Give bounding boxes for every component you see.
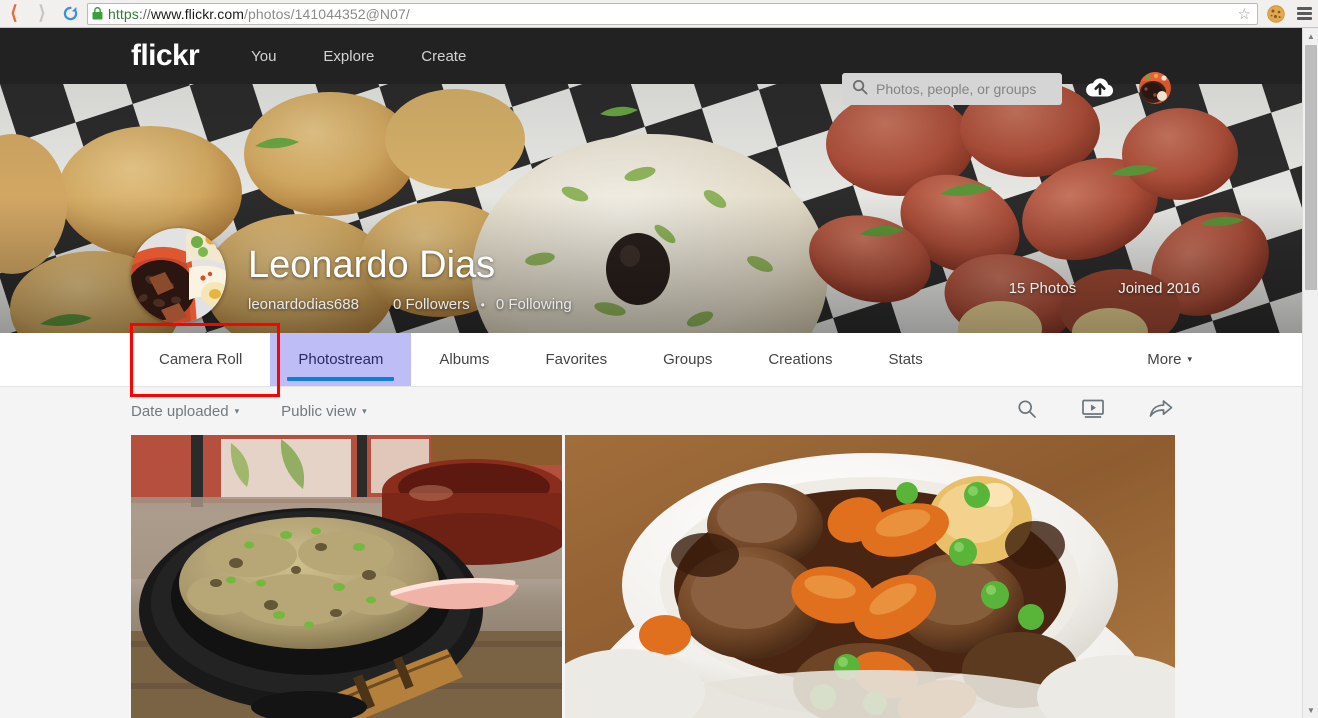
- profile-avatar-icon: [131, 228, 226, 323]
- filter-actions: [972, 399, 1173, 424]
- followers-count[interactable]: 0 Followers: [393, 296, 470, 313]
- search-icon: [852, 79, 868, 100]
- star-icon[interactable]: ☆: [1238, 5, 1253, 23]
- chevron-left-icon: ⟨: [10, 3, 18, 24]
- search-input[interactable]: [876, 81, 1052, 97]
- chevron-down-icon: ▾: [1187, 354, 1192, 364]
- hamburger-menu-icon: [1296, 7, 1312, 20]
- user-avatar-icon: [1139, 72, 1171, 104]
- flickr-header: flickr You Explore Create: [0, 28, 1302, 105]
- flickr-logo[interactable]: flickr: [131, 39, 200, 73]
- view-dropdown[interactable]: Public view ▾: [281, 403, 367, 420]
- url-separator: ://: [138, 5, 151, 22]
- chevron-right-icon: ⟩: [38, 3, 46, 24]
- search-icon: [1018, 399, 1036, 418]
- profile-avatar[interactable]: [131, 228, 226, 323]
- tab-list: Camera Roll Photostream Albums Favorites…: [131, 333, 951, 386]
- share-icon: [1149, 399, 1173, 417]
- nav-item-explore[interactable]: Explore: [323, 48, 374, 65]
- photo-tile[interactable]: [565, 435, 1175, 718]
- sort-dropdown-label: Date uploaded: [131, 402, 229, 420]
- search-box[interactable]: [842, 73, 1062, 105]
- meta-separator: •: [480, 297, 485, 312]
- tab-more-menu[interactable]: More ▾: [1147, 333, 1192, 386]
- sort-dropdown[interactable]: Date uploaded ▾: [131, 403, 239, 420]
- chevron-down-icon: ▾: [362, 405, 367, 416]
- tab-favorites[interactable]: Favorites: [517, 333, 635, 386]
- tab-albums[interactable]: Albums: [411, 333, 517, 386]
- url-host: www.flickr.com: [150, 5, 245, 22]
- cookie-icon: [1267, 4, 1285, 23]
- view-dropdown-label: Public view: [281, 402, 357, 420]
- forward-button[interactable]: ⟩: [28, 0, 56, 28]
- browser-toolbar: ⟨ ⟩ https://www.flickr.com/photos/141044…: [0, 0, 1318, 28]
- nav-item-you[interactable]: You: [251, 48, 276, 65]
- extension-button[interactable]: [1262, 0, 1290, 28]
- upload-button[interactable]: [1084, 76, 1116, 105]
- browser-menu-button[interactable]: [1290, 0, 1318, 28]
- tab-more-label: More: [1147, 351, 1182, 368]
- tab-groups[interactable]: Groups: [635, 333, 740, 386]
- scrollbar-thumb[interactable]: [1305, 45, 1317, 290]
- slideshow-button[interactable]: [1082, 399, 1104, 424]
- reload-button[interactable]: [56, 0, 84, 28]
- header-nav: You Explore Create: [251, 48, 513, 65]
- photostream-search-button[interactable]: [1017, 399, 1037, 424]
- upload-cloud-icon: [1086, 78, 1114, 97]
- tab-photostream[interactable]: Photostream: [270, 333, 412, 386]
- profile-block: Leonardo Dias leonardodias688 0 Follower…: [131, 228, 572, 323]
- scroll-up-button[interactable]: ▲: [1303, 28, 1318, 44]
- profile-username: leonardodias688: [248, 296, 359, 313]
- cover-photo[interactable]: Leonardo Dias leonardodias688 0 Follower…: [0, 84, 1302, 333]
- reload-icon: [63, 6, 77, 21]
- tab-camera-roll[interactable]: Camera Roll: [131, 333, 270, 386]
- tab-creations[interactable]: Creations: [740, 333, 860, 386]
- profile-meta: leonardodias688 0 Followers • 0 Followin…: [248, 296, 572, 313]
- user-avatar[interactable]: [1139, 72, 1171, 104]
- filter-bar: Date uploaded ▾ Public view ▾: [0, 387, 1302, 435]
- scroll-down-button[interactable]: ▼: [1303, 702, 1318, 718]
- page-viewport: flickr You Explore Create Photos, people…: [0, 28, 1302, 718]
- joined-date: Joined 2016: [1118, 280, 1200, 297]
- following-count[interactable]: 0 Following: [496, 296, 572, 313]
- chevron-down-icon: ▾: [234, 405, 240, 416]
- profile-tabbar: Camera Roll Photostream Albums Favorites…: [0, 323, 1302, 397]
- share-button[interactable]: [1149, 399, 1173, 424]
- url-path: /photos/141044352@N07/: [244, 5, 410, 22]
- nav-item-create[interactable]: Create: [421, 48, 466, 65]
- padlock-icon: [92, 7, 103, 20]
- photo-tile[interactable]: [131, 435, 562, 718]
- slideshow-icon: [1082, 399, 1104, 418]
- photo-rice-skillet-icon: [131, 435, 562, 718]
- page-title: Leonardo Dias: [248, 244, 496, 286]
- profile-text: Leonardo Dias leonardodias688 0 Follower…: [248, 243, 572, 323]
- page-scrollbar[interactable]: ▲ ▼: [1302, 28, 1318, 718]
- photo-grid: [131, 435, 1302, 718]
- url-scheme: https: [108, 5, 139, 22]
- cover-stats: 15 Photos Joined 2016: [1009, 280, 1200, 297]
- photo-count: 15 Photos: [1008, 280, 1077, 297]
- photo-beef-stew-icon: [565, 435, 1175, 718]
- url-text: https://www.flickr.com/photos/141044352@…: [108, 6, 410, 22]
- back-button[interactable]: ⟨: [0, 0, 28, 28]
- tab-stats[interactable]: Stats: [861, 333, 951, 386]
- address-bar[interactable]: https://www.flickr.com/photos/141044352@…: [87, 2, 1258, 25]
